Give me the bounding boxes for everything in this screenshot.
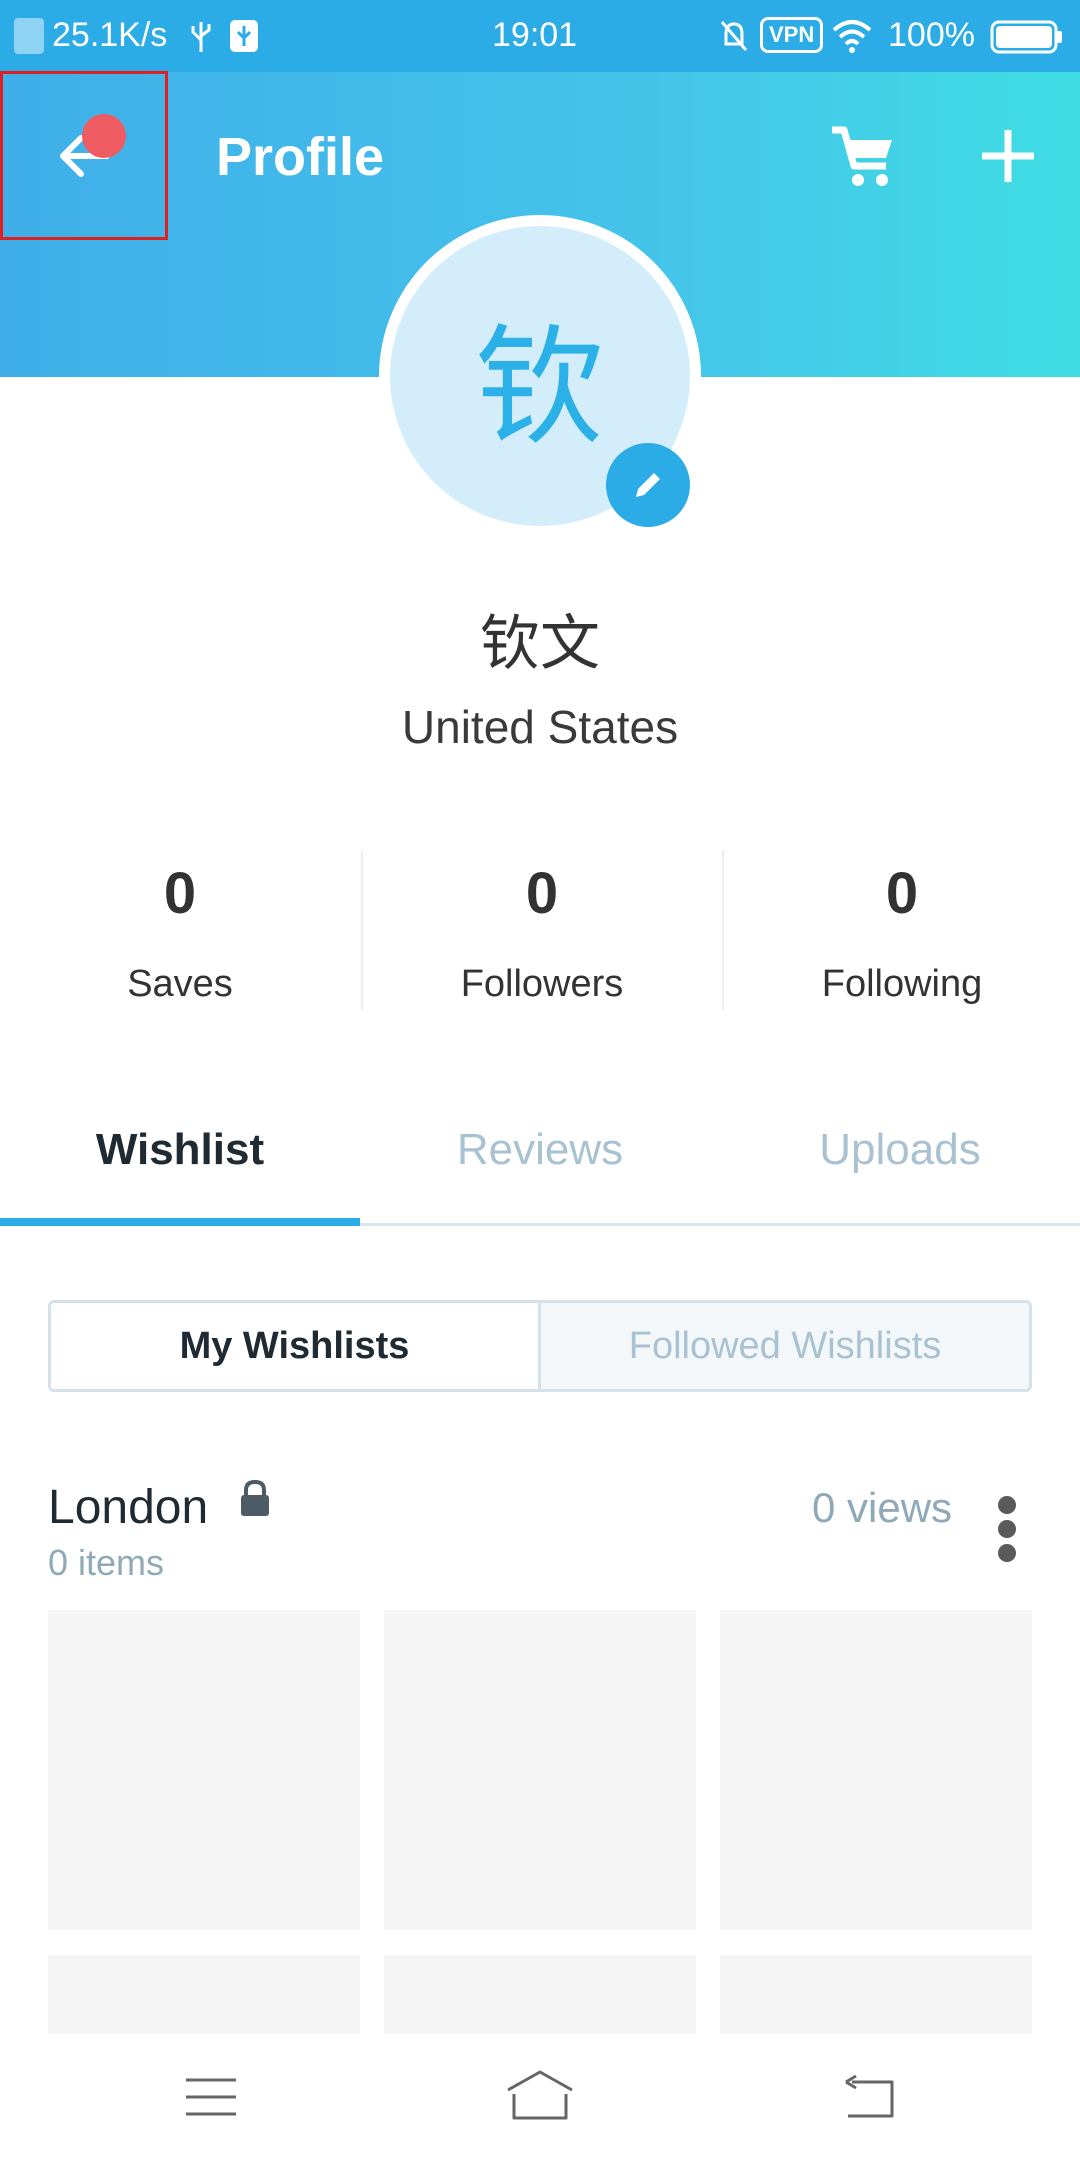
page-title: Profile — [216, 127, 385, 187]
battery-icon — [990, 20, 1062, 54]
menu-icon[interactable] — [184, 2076, 238, 2118]
stat-value: 0 — [163, 861, 197, 926]
notification-dot — [82, 114, 126, 158]
wishlist-name[interactable]: London — [48, 1480, 208, 1535]
tab-wishlist[interactable]: Wishlist — [0, 1125, 360, 1175]
stat-value: 0 — [525, 861, 559, 926]
back-button[interactable] — [0, 71, 168, 240]
vpn-badge: VPN — [760, 17, 824, 53]
wishlist-tile[interactable] — [720, 1955, 1032, 2034]
profile-country: United States — [401, 701, 679, 753]
edit-avatar-button[interactable] — [606, 443, 690, 527]
lock-icon — [241, 1479, 269, 1516]
wishlist-views: 0 views — [812, 1484, 953, 1531]
usb-debug-icon — [230, 20, 258, 52]
wishlist-tile[interactable] — [384, 1955, 696, 2034]
wifi-icon — [832, 20, 872, 53]
stat-label: Following — [821, 963, 983, 1005]
status-bar: 25.1K/s 19:01 VPN 100% — [0, 0, 1080, 72]
cart-icon[interactable] — [828, 124, 898, 190]
wishlist-tile[interactable] — [48, 1610, 360, 1930]
profile-name: 钦文 — [480, 609, 600, 679]
more-options-icon[interactable] — [998, 1496, 1018, 1562]
battery-percent: 100% — [888, 16, 975, 54]
mute-bell-icon — [720, 21, 748, 51]
wishlist-item-count: 0 items — [48, 1542, 165, 1583]
tab-reviews[interactable]: Reviews — [360, 1125, 720, 1175]
segment-my-wishlists[interactable]: My Wishlists — [48, 1300, 538, 1392]
clock: 19:01 — [492, 16, 578, 54]
wishlist-tile[interactable] — [48, 1955, 360, 2034]
stat-following[interactable]: 0 Following — [722, 860, 1080, 1006]
stat-saves[interactable]: 0 Saves — [0, 860, 360, 1006]
tab-active-indicator — [0, 1218, 360, 1226]
stat-followers[interactable]: 0 Followers — [362, 860, 722, 1006]
stat-value: 0 — [885, 861, 919, 926]
system-nav-bar — [0, 2034, 1080, 2160]
wishlist-tile[interactable] — [720, 1610, 1032, 1930]
home-icon[interactable] — [504, 2068, 576, 2122]
wishlist-tile[interactable] — [384, 1610, 696, 1930]
segment-followed-wishlists[interactable]: Followed Wishlists — [538, 1300, 1032, 1392]
app-notification-icon — [14, 18, 44, 54]
pencil-icon — [636, 473, 660, 497]
add-icon[interactable] — [978, 126, 1038, 186]
usb-icon — [191, 22, 211, 52]
network-speed: 25.1K/s — [52, 16, 168, 54]
return-icon[interactable] — [842, 2074, 896, 2120]
stat-label: Saves — [127, 963, 233, 1005]
stat-label: Followers — [460, 963, 624, 1005]
tab-uploads[interactable]: Uploads — [720, 1125, 1080, 1175]
